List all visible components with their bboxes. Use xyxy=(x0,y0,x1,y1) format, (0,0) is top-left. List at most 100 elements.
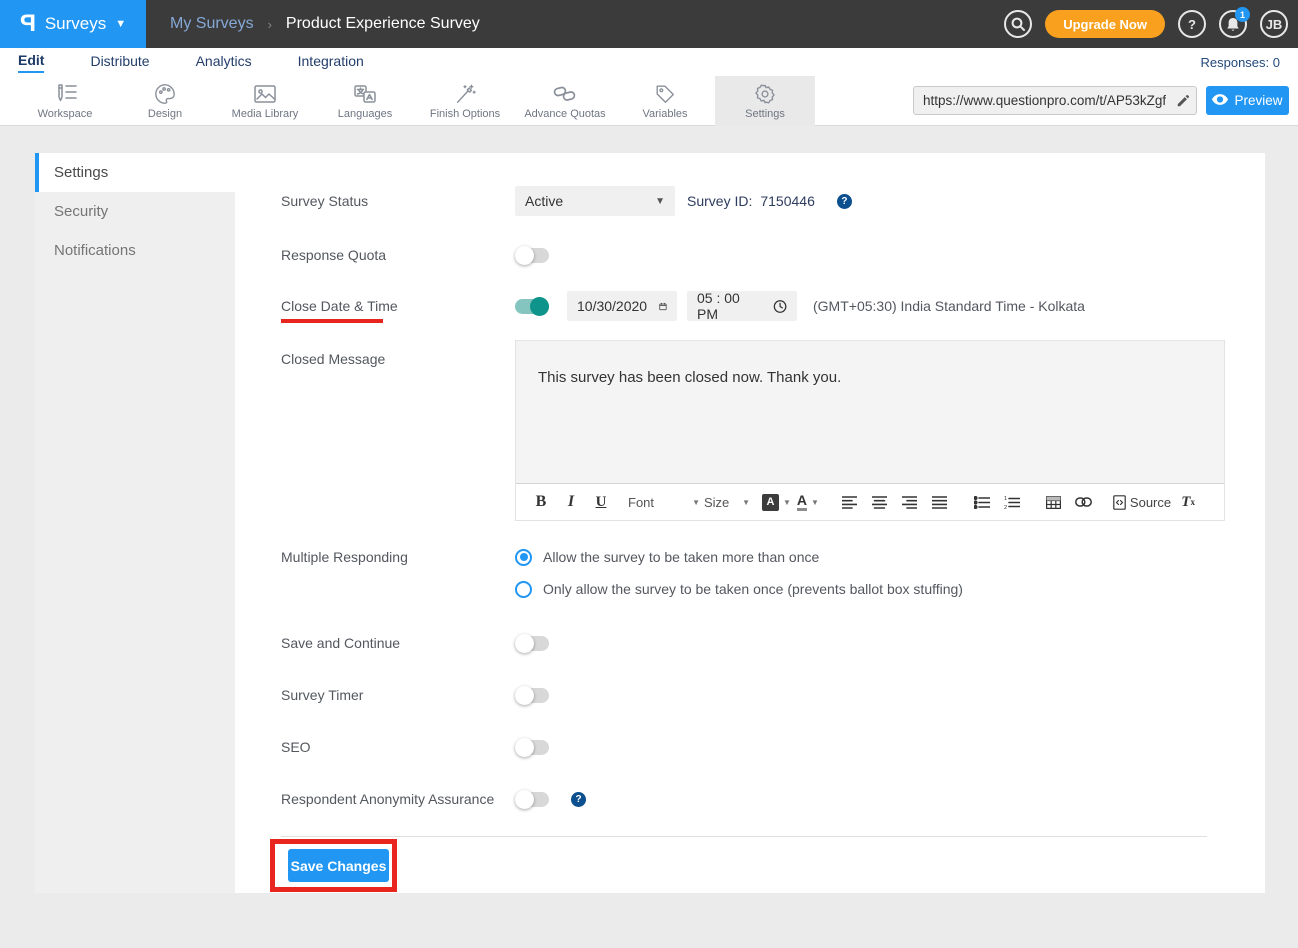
notifications-bell-icon[interactable]: 1 xyxy=(1219,10,1247,38)
source-button[interactable]: Source xyxy=(1113,489,1171,515)
languages-icon xyxy=(352,83,378,105)
toolbar-item-workspace[interactable]: Workspace xyxy=(15,76,115,126)
help-icon[interactable]: ? xyxy=(1178,10,1206,38)
respondent-anonymity-help-icon[interactable]: ? xyxy=(571,792,586,807)
product-switcher[interactable]: P Surveys ▼ xyxy=(0,0,146,48)
toolbar-item-design[interactable]: Design xyxy=(115,76,215,126)
radio-take-more-than-once[interactable] xyxy=(515,549,532,566)
edit-url-pencil-icon[interactable] xyxy=(1170,94,1196,108)
radio-take-once-only[interactable] xyxy=(515,581,532,598)
toolbar-item-finish-options[interactable]: Finish Options xyxy=(415,76,515,126)
size-dropdown[interactable]: Size ▼ xyxy=(704,489,750,515)
respondent-anonymity-toggle[interactable] xyxy=(515,792,549,807)
save-and-continue-label: Save and Continue xyxy=(281,635,515,651)
variables-tag-icon xyxy=(653,83,677,105)
text-color-icon[interactable]: A ▼ xyxy=(795,489,821,515)
clock-icon xyxy=(773,299,787,314)
svg-text:2: 2 xyxy=(1004,505,1007,509)
close-date-input[interactable]: 10/30/2020 xyxy=(567,291,677,321)
survey-url-field xyxy=(913,86,1197,115)
save-changes-button[interactable]: Save Changes xyxy=(288,849,389,882)
finish-options-wand-icon xyxy=(453,83,477,105)
breadcrumb-separator-icon: › xyxy=(268,17,272,32)
breadcrumb-current-survey: Product Experience Survey xyxy=(286,15,480,33)
toolbar-item-media-library[interactable]: Media Library xyxy=(215,76,315,126)
red-annotation-underline xyxy=(281,319,383,323)
row-multiple-responding: Multiple Responding Allow the survey to … xyxy=(281,548,1240,566)
seo-toggle[interactable] xyxy=(515,740,549,755)
rich-text-toolbar: B I U Font ▼ Size ▼ A ▼ A ▼ xyxy=(516,483,1224,520)
closed-message-label: Closed Message xyxy=(281,351,515,367)
survey-tab-bar: Edit Distribute Analytics Integration Re… xyxy=(0,48,1298,76)
row-respondent-anonymity: Respondent Anonymity Assurance ? xyxy=(281,790,1240,808)
remove-format-icon[interactable]: Tx xyxy=(1175,489,1201,515)
survey-id-label: Survey ID: xyxy=(687,193,752,209)
search-icon[interactable] xyxy=(1004,10,1032,38)
numbered-list-icon[interactable]: 12 xyxy=(999,489,1025,515)
eye-icon xyxy=(1212,93,1228,108)
red-annotation-box: Save Changes xyxy=(270,839,397,892)
chevron-down-icon: ▼ xyxy=(811,498,819,507)
app-window: P Surveys ▼ My Surveys › Product Experie… xyxy=(0,0,1298,948)
underline-icon[interactable]: U xyxy=(588,489,614,515)
notification-badge: 1 xyxy=(1235,7,1250,22)
row-seo: SEO xyxy=(281,738,1240,756)
chevron-down-icon: ▼ xyxy=(783,498,791,507)
survey-id-help-icon[interactable]: ? xyxy=(837,194,852,209)
sidebar-item-security[interactable]: Security xyxy=(35,192,235,231)
align-center-icon[interactable] xyxy=(867,489,893,515)
advance-quotas-link-icon xyxy=(552,83,578,105)
italic-icon[interactable]: I xyxy=(558,489,584,515)
survey-url-input[interactable] xyxy=(914,93,1170,108)
close-date-time-label: Close Date & Time xyxy=(281,298,515,314)
chevron-down-icon: ▼ xyxy=(742,498,750,507)
survey-status-select[interactable]: Active ▼ xyxy=(515,186,675,216)
toolbar-item-variables[interactable]: Variables xyxy=(615,76,715,126)
insert-link-icon[interactable] xyxy=(1071,489,1097,515)
seo-label: SEO xyxy=(281,739,515,755)
align-justify-icon[interactable] xyxy=(927,489,953,515)
row-response-quota: Response Quota xyxy=(281,246,1240,264)
survey-timer-label: Survey Timer xyxy=(281,687,515,703)
bold-icon[interactable]: B xyxy=(528,489,554,515)
tab-distribute[interactable]: Distribute xyxy=(90,53,149,72)
sidebar-item-settings[interactable]: Settings xyxy=(35,153,235,192)
timezone-text: (GMT+05:30) India Standard Time - Kolkat… xyxy=(813,298,1085,314)
breadcrumb: My Surveys › Product Experience Survey xyxy=(170,15,480,33)
closed-message-editor: This survey has been closed now. Thank y… xyxy=(515,340,1225,521)
avatar[interactable]: JB xyxy=(1260,10,1288,38)
background-color-icon[interactable]: A ▼ xyxy=(762,489,791,515)
survey-id-value: 7150446 xyxy=(760,193,815,209)
chevron-down-icon: ▼ xyxy=(655,196,665,207)
close-time-input[interactable]: 05 : 00 PM xyxy=(687,291,797,321)
survey-timer-toggle[interactable] xyxy=(515,688,549,703)
font-dropdown[interactable]: Font ▼ xyxy=(628,489,700,515)
sidebar-item-notifications[interactable]: Notifications xyxy=(35,231,235,270)
row-survey-status: Survey Status Active ▼ Survey ID: 715044… xyxy=(281,186,1240,216)
closed-message-textarea[interactable]: This survey has been closed now. Thank y… xyxy=(516,341,1224,483)
align-right-icon[interactable] xyxy=(897,489,923,515)
toolbar-item-settings[interactable]: Settings xyxy=(715,76,815,126)
close-date-time-toggle[interactable] xyxy=(515,299,549,314)
response-quota-toggle[interactable] xyxy=(515,248,549,263)
insert-table-icon[interactable] xyxy=(1041,489,1067,515)
toolbar-item-languages[interactable]: Languages xyxy=(315,76,415,126)
media-library-icon xyxy=(252,83,278,105)
settings-gear-icon xyxy=(753,83,777,105)
product-name: Surveys xyxy=(45,14,106,34)
tab-integration[interactable]: Integration xyxy=(298,53,364,72)
upgrade-now-button[interactable]: Upgrade Now xyxy=(1045,10,1165,38)
toolbar-item-advance-quotas[interactable]: Advance Quotas xyxy=(515,76,615,126)
save-and-continue-toggle[interactable] xyxy=(515,636,549,651)
align-left-icon[interactable] xyxy=(837,489,863,515)
response-quota-label: Response Quota xyxy=(281,247,515,263)
chevron-down-icon: ▼ xyxy=(115,18,126,30)
chevron-down-icon: ▼ xyxy=(692,498,700,507)
tab-edit[interactable]: Edit xyxy=(18,52,44,73)
edit-toolbar: Workspace Design xyxy=(0,76,1298,126)
preview-button[interactable]: Preview xyxy=(1206,86,1289,115)
tab-analytics[interactable]: Analytics xyxy=(196,53,252,72)
bulleted-list-icon[interactable] xyxy=(969,489,995,515)
breadcrumb-my-surveys[interactable]: My Surveys xyxy=(170,15,254,33)
calendar-icon xyxy=(659,299,667,314)
